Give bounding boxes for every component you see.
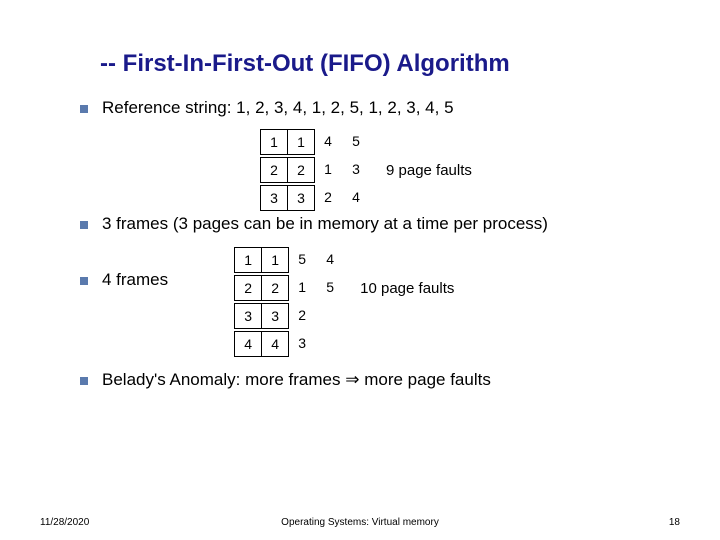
bullet-icon [80, 377, 88, 385]
slide-footer: 11/28/2020 Operating Systems: Virtual me… [40, 517, 680, 528]
bullet-text: Reference string: 1, 2, 3, 4, 1, 2, 5, 1… [102, 98, 454, 118]
cell: 5 [342, 129, 370, 155]
belady-text-b: more page faults [359, 370, 490, 389]
table-row: 2 2 1 3 9 page faults [260, 156, 680, 184]
cell: 3 [287, 185, 315, 211]
table-row: 1 1 5 4 [234, 246, 454, 274]
cell: 2 [314, 185, 342, 211]
table-row: 4 4 3 [234, 330, 454, 358]
footer-title: Operating Systems: Virtual memory [40, 517, 680, 528]
cell: 2 [234, 275, 262, 301]
cell: 3 [260, 185, 288, 211]
cell: 4 [314, 129, 342, 155]
bullet-text: Belady's Anomaly: more frames ⇒ more pag… [102, 370, 491, 390]
fault-count-label: 9 page faults [386, 162, 472, 179]
cell: 1 [287, 129, 315, 155]
fifo-4frames-table: 1 1 5 4 2 2 1 5 10 page faults 3 3 2 4 4… [234, 246, 454, 358]
slide: -- First-In-First-Out (FIFO) Algorithm R… [0, 0, 720, 540]
fault-count-label: 10 page faults [360, 280, 454, 297]
cell: 1 [260, 129, 288, 155]
cell: 5 [316, 275, 344, 301]
bullet-icon [80, 221, 88, 229]
cell: 4 [234, 331, 262, 357]
cell: 5 [288, 247, 316, 273]
cell: 1 [288, 275, 316, 301]
cell: 1 [261, 247, 289, 273]
table-row: 3 3 2 4 [260, 184, 680, 212]
cell: 1 [314, 157, 342, 183]
bullet-reference-string: Reference string: 1, 2, 3, 4, 1, 2, 5, 1… [80, 98, 680, 118]
table-row: 1 1 4 5 [260, 128, 680, 156]
cell: 2 [287, 157, 315, 183]
cell: 4 [316, 247, 344, 273]
bullet-4frames: 4 frames [80, 270, 168, 290]
belady-text-a: Belady's Anomaly: more frames [102, 370, 345, 389]
bullet-text: 3 frames (3 pages can be in memory at a … [102, 214, 548, 234]
bullet-icon [80, 277, 88, 285]
table-row: 2 2 1 5 10 page faults [234, 274, 454, 302]
cell: 2 [260, 157, 288, 183]
cell: 1 [234, 247, 262, 273]
fifo-3frames-table: 1 1 4 5 2 2 1 3 9 page faults 3 3 2 4 [260, 128, 680, 212]
cell: 2 [261, 275, 289, 301]
cell: 4 [261, 331, 289, 357]
bullet-text: 4 frames [102, 270, 168, 290]
table-row: 3 3 2 [234, 302, 454, 330]
cell: 2 [288, 303, 316, 329]
bullet-belady: Belady's Anomaly: more frames ⇒ more pag… [80, 370, 680, 390]
cell: 3 [342, 157, 370, 183]
implies-icon: ⇒ [345, 370, 359, 389]
bullet-icon [80, 105, 88, 113]
cell: 4 [342, 185, 370, 211]
cell: 3 [288, 331, 316, 357]
cell: 3 [234, 303, 262, 329]
cell: 3 [261, 303, 289, 329]
bullet-3frames: 3 frames (3 pages can be in memory at a … [80, 214, 680, 234]
slide-title: -- First-In-First-Out (FIFO) Algorithm [100, 50, 680, 78]
